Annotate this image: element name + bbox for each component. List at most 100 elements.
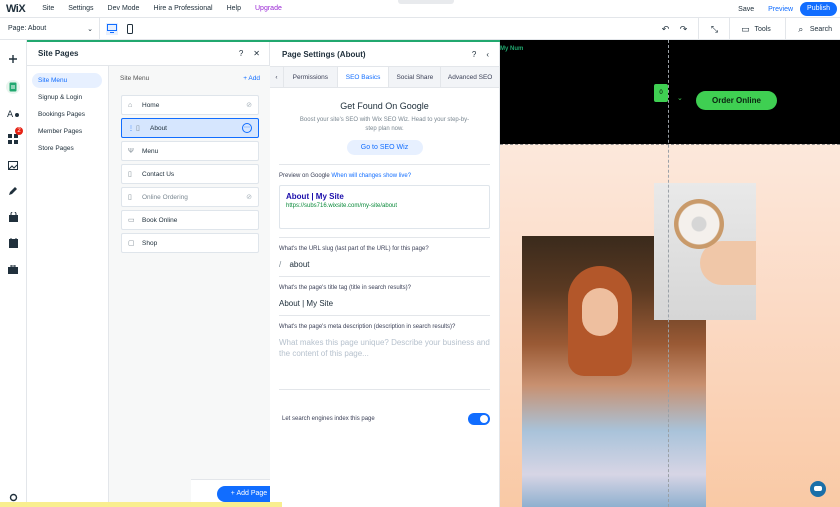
pages-icon[interactable] — [6, 80, 20, 94]
portfolio-icon[interactable] — [6, 262, 20, 276]
publish-button[interactable]: Publish — [800, 2, 837, 16]
add-page-link[interactable]: + Add — [243, 75, 260, 82]
redo-icon[interactable]: ↷ — [674, 18, 692, 40]
menu-settings[interactable]: Settings — [61, 5, 100, 12]
photo-donut-shape — [674, 199, 724, 249]
page-selector-label: Page: About — [8, 25, 47, 32]
editor-toolbar: Page: About ⌄ ↶ ↷ ⤡ ▭ Tools ⌕ Search — [0, 17, 840, 40]
page-item-contact-us[interactable]: ▯ Contact Us — [121, 164, 259, 184]
page-selector[interactable]: Page: About ⌄ — [0, 17, 100, 40]
meta-description-textarea[interactable]: What makes this page unique? Describe yo… — [279, 337, 490, 359]
menu-icon: Ψ — [128, 147, 134, 155]
chevron-down-icon: ⌄ — [87, 25, 93, 33]
hidden-eye-icon: ⊘ — [246, 194, 252, 201]
seo-subtext: Boost your site's SEO with Wix SEO Wiz. … — [299, 117, 470, 132]
menu-site[interactable]: Site — [35, 5, 61, 12]
title-tag-input[interactable]: About | My Site — [279, 299, 490, 308]
book-icon: ▭ — [128, 217, 135, 224]
chat-icon[interactable] — [810, 481, 826, 497]
cart-icon[interactable]: 0 — [654, 84, 668, 102]
more-actions-icon[interactable]: ⋯ — [242, 123, 252, 133]
changes-live-link[interactable]: When will changes show live? — [331, 173, 411, 179]
collapse-icon[interactable]: ‹ — [486, 50, 489, 59]
meta-description-label: What's the page's meta description (desc… — [279, 324, 456, 330]
page-item-label: Book Online — [142, 216, 178, 224]
pages-list: Site Menu + Add ⌂ Home ⊘ ⋮ ▯ About ⋯ Ψ M… — [109, 66, 352, 507]
tab-social-share[interactable]: Social Share — [389, 67, 442, 87]
site-name[interactable]: My Num — [500, 46, 523, 52]
zoom-out-icon[interactable]: ⤡ — [705, 18, 723, 40]
help-icon[interactable]: ? — [472, 50, 476, 59]
google-preview-label: Preview on Google When will changes show… — [279, 173, 490, 179]
section-divider — [279, 389, 490, 390]
tab-advanced-seo[interactable]: Advanced SEO — [441, 67, 499, 87]
menu-dev-mode[interactable]: Dev Mode — [101, 5, 147, 12]
blog-icon[interactable] — [6, 184, 20, 198]
section-divider — [279, 164, 490, 165]
menu-upgrade[interactable]: Upgrade — [248, 5, 289, 12]
site-canvas[interactable]: My Num 0 ⌄ Order Online — [500, 40, 840, 507]
design-icon[interactable]: A — [6, 106, 20, 120]
preview-button[interactable]: Preview — [761, 6, 800, 13]
wix-logo[interactable]: WiX — [0, 3, 31, 15]
tabs-scroll-left-icon[interactable]: ‹ — [270, 67, 284, 87]
page-item-shop[interactable]: ▢ Shop — [121, 233, 259, 253]
page-settings-header: Page Settings (About) ? ‹ — [270, 42, 499, 66]
drag-handle-icon[interactable]: ⋮ — [128, 125, 134, 132]
top-menu: Site Settings Dev Mode Hire a Profession… — [35, 5, 289, 12]
page-item-label: Menu — [142, 147, 159, 155]
index-toggle[interactable] — [468, 413, 490, 425]
menu-hire-professional[interactable]: Hire a Professional — [146, 5, 219, 12]
photo-face-shape — [582, 288, 618, 336]
tab-seo-basics[interactable]: SEO Basics — [337, 67, 390, 87]
toolbar-divider — [784, 18, 786, 40]
photo-hand-shape — [700, 241, 756, 285]
notification-badge: 2 — [15, 127, 23, 135]
media-icon[interactable] — [6, 158, 20, 172]
page-item-home[interactable]: ⌂ Home ⊘ — [121, 95, 259, 115]
donut-photo[interactable] — [654, 183, 756, 320]
category-member-pages[interactable]: Member Pages — [32, 124, 102, 139]
tools-icon[interactable]: ▭ — [736, 18, 754, 40]
desktop-view-icon[interactable] — [106, 22, 118, 35]
slug-input[interactable]: / about — [279, 260, 490, 269]
page-item-menu[interactable]: Ψ Menu — [121, 141, 259, 161]
page-icon: ▯ — [136, 125, 140, 132]
close-icon[interactable]: ✕ — [253, 49, 260, 58]
preview-title: About | My Site — [286, 192, 344, 201]
mobile-view-icon[interactable] — [124, 23, 136, 35]
grid-guide-line — [668, 40, 669, 507]
bookings-icon[interactable] — [6, 236, 20, 250]
slug-label: What's the URL slug (last part of the UR… — [279, 246, 429, 252]
seo-wiz-button[interactable]: Go to SEO Wiz — [346, 140, 423, 155]
undo-icon[interactable]: ↶ — [656, 18, 674, 40]
page-item-label: About — [150, 124, 167, 132]
chevron-down-icon[interactable]: ⌄ — [677, 94, 683, 102]
order-icon: ▯ — [128, 194, 132, 201]
header-guide-line — [500, 144, 840, 145]
page-item-online-ordering[interactable]: ▯ Online Ordering ⊘ — [121, 187, 259, 207]
add-elements-icon[interactable] — [6, 52, 20, 66]
preview-url: https://subs716.wixsite.com/my-site/abou… — [286, 203, 398, 209]
category-store-pages[interactable]: Store Pages — [32, 141, 102, 156]
page-item-about[interactable]: ⋮ ▯ About ⋯ — [121, 118, 259, 138]
category-bookings-pages[interactable]: Bookings Pages — [32, 107, 102, 122]
section-divider — [279, 237, 490, 238]
search-label[interactable]: Search — [810, 26, 832, 33]
top-handle[interactable] — [398, 0, 454, 4]
tools-label[interactable]: Tools — [754, 26, 770, 33]
category-site-menu[interactable]: Site Menu — [32, 73, 102, 88]
save-button[interactable]: Save — [731, 6, 761, 13]
hidden-eye-icon: ⊘ — [246, 102, 252, 109]
page-item-label: Online Ordering — [142, 193, 188, 201]
category-signup-login[interactable]: Signup & Login — [32, 90, 102, 105]
search-icon[interactable]: ⌕ — [792, 18, 810, 40]
store-icon[interactable] — [6, 210, 20, 224]
tab-permissions[interactable]: Permissions — [284, 67, 338, 87]
page-item-book-online[interactable]: ▭ Book Online — [121, 210, 259, 230]
order-online-button[interactable]: Order Online — [696, 91, 777, 110]
slug-prefix: / — [279, 260, 282, 269]
site-header[interactable]: My Num 0 ⌄ Order Online — [500, 40, 840, 144]
menu-help[interactable]: Help — [220, 5, 248, 12]
help-icon[interactable]: ? — [239, 49, 243, 58]
